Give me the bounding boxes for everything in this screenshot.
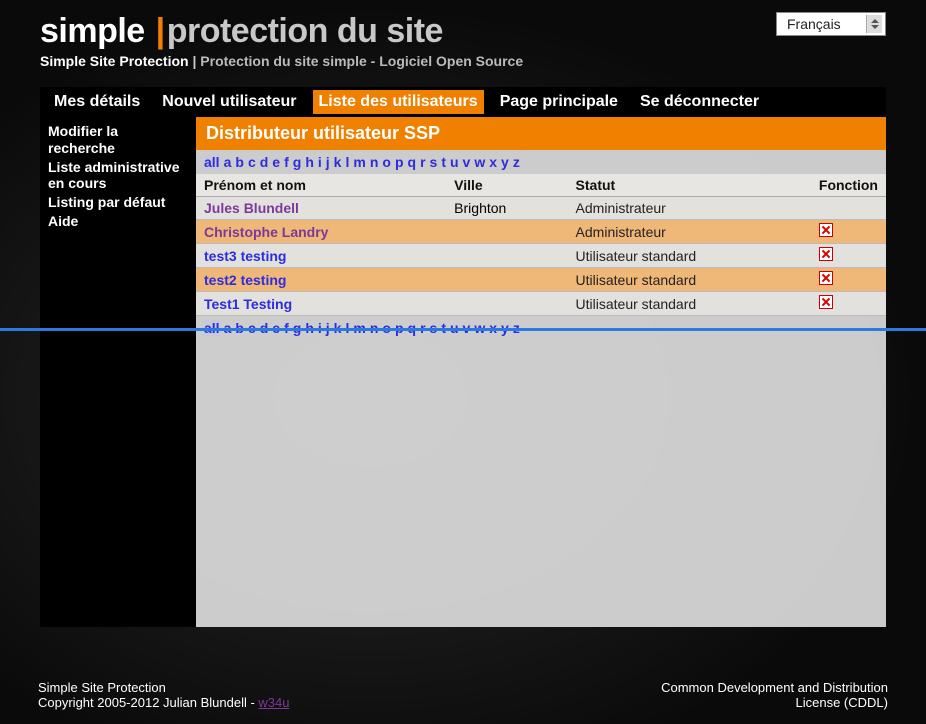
header: simple |protection du site Simple Site P… bbox=[0, 0, 926, 77]
footer-license-2: License (CDDL) bbox=[661, 695, 888, 710]
nav-item-0[interactable]: Mes détails bbox=[48, 90, 146, 114]
delete-icon[interactable] bbox=[819, 223, 833, 237]
cell-function bbox=[811, 220, 886, 244]
sidebar-item-3[interactable]: Aide bbox=[48, 213, 188, 230]
nav-item-4[interactable]: Se déconnecter bbox=[634, 90, 765, 114]
alpha-e[interactable]: e bbox=[272, 154, 280, 170]
horizontal-divider bbox=[0, 328, 926, 331]
main-nav: Mes détails Nouvel utilisateur Liste des u… bbox=[40, 87, 886, 117]
alpha-i[interactable]: i bbox=[318, 154, 322, 170]
alpha-u[interactable]: u bbox=[450, 154, 459, 170]
cell-function bbox=[811, 292, 886, 316]
sidebar-item-2[interactable]: Listing par défaut bbox=[48, 194, 188, 211]
table-row: Jules Blundell BrightonAdministrateur bbox=[196, 197, 886, 220]
language-selector[interactable]: Français bbox=[776, 12, 886, 36]
chevron-updown-icon bbox=[866, 15, 882, 33]
col-status[interactable]: Statut bbox=[568, 174, 811, 197]
cell-status: Utilisateur standard bbox=[568, 244, 811, 268]
cell-function bbox=[811, 244, 886, 268]
cell-city bbox=[446, 292, 567, 316]
alpha-a[interactable]: a bbox=[224, 154, 232, 170]
cell-function bbox=[811, 268, 886, 292]
alpha-m[interactable]: m bbox=[353, 154, 365, 170]
footer-title: Simple Site Protection bbox=[38, 680, 290, 695]
nav-item-3[interactable]: Page principale bbox=[494, 90, 624, 114]
site-subtitle: Simple Site Protection | Protection du s… bbox=[40, 53, 523, 69]
alpha-g[interactable]: g bbox=[293, 154, 302, 170]
user-link[interactable]: test3 testing bbox=[204, 248, 286, 264]
cell-status: Administrateur bbox=[568, 220, 811, 244]
main-panel: Distributeur utilisateur SSP allabcdefgh… bbox=[196, 117, 886, 627]
table-row: test2 testing Utilisateur standard bbox=[196, 268, 886, 292]
table-row: Christophe Landry Administrateur bbox=[196, 220, 886, 244]
alpha-y[interactable]: y bbox=[501, 154, 509, 170]
alpha-b[interactable]: b bbox=[235, 154, 244, 170]
panel-heading: Distributeur utilisateur SSP bbox=[196, 117, 886, 150]
sidebar-item-0[interactable]: Modifier la recherche bbox=[48, 123, 188, 157]
alpha-x[interactable]: x bbox=[489, 154, 497, 170]
sidebar: Modifier la rechercheListe administrativ… bbox=[40, 117, 196, 627]
alpha-r[interactable]: r bbox=[420, 154, 425, 170]
alpha-w[interactable]: w bbox=[474, 154, 485, 170]
alpha-v[interactable]: v bbox=[463, 154, 471, 170]
alpha-h[interactable]: h bbox=[305, 154, 314, 170]
delete-icon[interactable] bbox=[819, 295, 833, 309]
col-city[interactable]: Ville bbox=[446, 174, 567, 197]
cell-city bbox=[446, 268, 567, 292]
delete-icon[interactable] bbox=[819, 271, 833, 285]
alpha-all[interactable]: all bbox=[204, 154, 220, 170]
alpha-q[interactable]: q bbox=[408, 154, 417, 170]
user-link[interactable]: test2 testing bbox=[204, 272, 286, 288]
site-title: simple |protection du site bbox=[40, 12, 523, 51]
alpha-c[interactable]: c bbox=[248, 154, 256, 170]
alpha-s[interactable]: s bbox=[430, 154, 438, 170]
cell-status: Administrateur bbox=[568, 197, 811, 220]
alpha-j[interactable]: j bbox=[326, 154, 330, 170]
alpha-p[interactable]: p bbox=[395, 154, 404, 170]
nav-item-2[interactable]: Liste des utilisateurs bbox=[313, 90, 484, 114]
footer-link[interactable]: w34u bbox=[258, 695, 289, 710]
alpha-z[interactable]: z bbox=[513, 154, 520, 170]
user-link[interactable]: Christophe Landry bbox=[204, 224, 328, 240]
sidebar-item-1[interactable]: Liste administrative en cours bbox=[48, 159, 188, 193]
alpha-f[interactable]: f bbox=[284, 154, 289, 170]
cell-status: Utilisateur standard bbox=[568, 268, 811, 292]
footer-license-1: Common Development and Distribution bbox=[661, 680, 888, 695]
alpha-k[interactable]: k bbox=[334, 154, 342, 170]
table-row: test3 testing Utilisateur standard bbox=[196, 244, 886, 268]
footer: Simple Site Protection Copyright 2005-20… bbox=[38, 680, 888, 710]
table-row: Test1 Testing Utilisateur standard bbox=[196, 292, 886, 316]
col-name[interactable]: Prénom et nom bbox=[196, 174, 446, 197]
alpha-filter-top: allabcdefghijklmnopqrstuvwxyz bbox=[196, 150, 886, 174]
alpha-o[interactable]: o bbox=[382, 154, 391, 170]
alpha-n[interactable]: n bbox=[370, 154, 379, 170]
col-function[interactable]: Fonction bbox=[811, 174, 886, 197]
alpha-d[interactable]: d bbox=[260, 154, 269, 170]
cell-city bbox=[446, 244, 567, 268]
nav-item-1[interactable]: Nouvel utilisateur bbox=[156, 90, 302, 114]
user-link[interactable]: Jules Blundell bbox=[204, 200, 299, 216]
cell-city bbox=[446, 220, 567, 244]
cell-function bbox=[811, 197, 886, 220]
delete-icon[interactable] bbox=[819, 247, 833, 261]
language-selected: Français bbox=[787, 16, 841, 32]
alpha-t[interactable]: t bbox=[441, 154, 446, 170]
footer-copyright: Copyright 2005-2012 Julian Blundell - w3… bbox=[38, 695, 290, 710]
user-link[interactable]: Test1 Testing bbox=[204, 296, 292, 312]
users-table: Prénom et nom Ville Statut Fonction Jule… bbox=[196, 174, 886, 316]
cell-status: Utilisateur standard bbox=[568, 292, 811, 316]
alpha-l[interactable]: l bbox=[345, 154, 349, 170]
cell-city: Brighton bbox=[446, 197, 567, 220]
